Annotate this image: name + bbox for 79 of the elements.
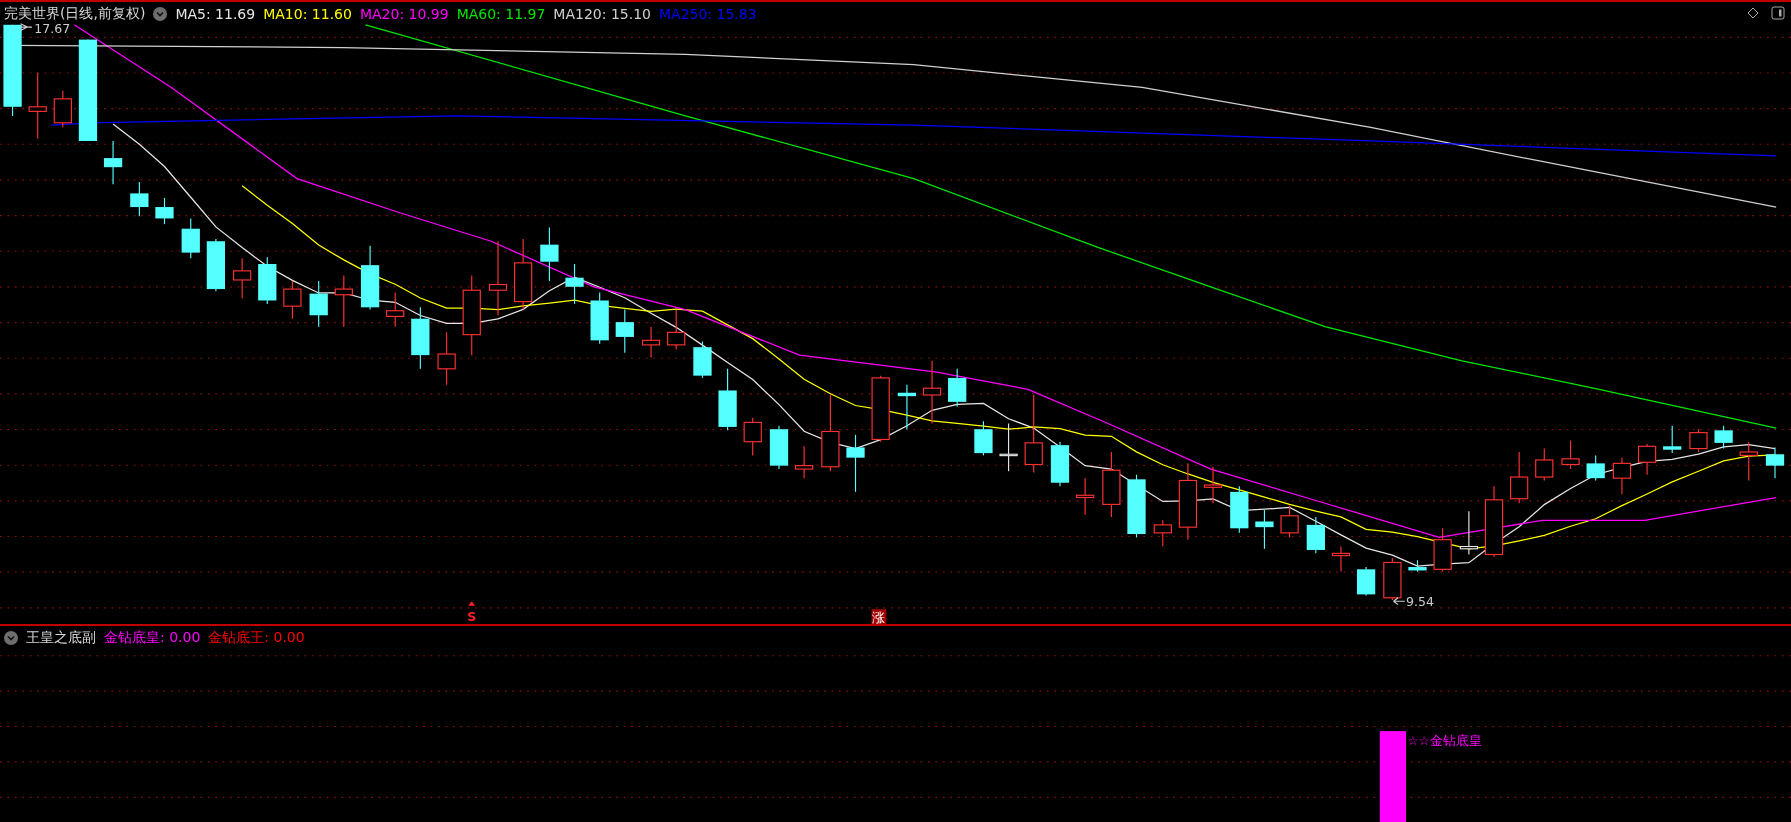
candlestick	[1561, 440, 1580, 470]
candlestick	[540, 227, 559, 282]
candlestick	[590, 291, 609, 345]
low-price-label: 9.54	[1392, 593, 1434, 609]
candlestick	[437, 331, 456, 386]
candlestick	[1050, 441, 1070, 487]
moving-average-value: MA120: 15.10	[553, 6, 651, 22]
candlestick	[922, 360, 942, 425]
candlestick	[1765, 446, 1785, 479]
candlestick	[1459, 510, 1479, 556]
candlestick	[103, 140, 123, 185]
candlestick	[53, 90, 72, 128]
moving-average-value: MA250: 15.83	[658, 6, 757, 22]
candlestick	[718, 368, 737, 431]
candlestick	[693, 340, 712, 379]
high-price-label: 17.67	[20, 20, 71, 36]
candlestick	[28, 72, 47, 140]
candlestick	[1203, 466, 1223, 504]
moving-average-value: MA20: 10.99	[359, 6, 449, 22]
candlestick	[1689, 428, 1708, 453]
candlestick	[999, 422, 1018, 472]
candlestick	[360, 245, 380, 311]
rise-signal-badge: 涨	[871, 609, 887, 624]
candlestick	[386, 291, 405, 328]
moving-average-value: MA10: 11.60	[263, 6, 352, 22]
candlestick	[871, 375, 890, 443]
candlestick	[1612, 457, 1632, 495]
candlestick	[1331, 545, 1351, 573]
candlestick	[846, 434, 865, 493]
candlestick	[1637, 443, 1657, 476]
candlestick	[1433, 527, 1452, 573]
candlestick	[743, 417, 762, 456]
candlestick	[1408, 559, 1427, 573]
candlestick	[1535, 448, 1554, 482]
candlestick	[641, 326, 661, 358]
candlestick	[411, 306, 430, 370]
collapse-icon[interactable]	[153, 7, 168, 21]
candlestick	[769, 425, 789, 470]
candlestick	[1280, 504, 1299, 538]
candlestick	[258, 256, 277, 305]
indicator-value: 金钻底王: 0.00	[208, 629, 305, 647]
candlestick	[948, 368, 967, 407]
candlestick	[974, 420, 993, 456]
candlestick	[206, 238, 225, 292]
collapse-icon[interactable]	[4, 631, 18, 645]
candlestick	[1356, 566, 1376, 597]
candlestick	[1230, 485, 1249, 534]
candlestick	[283, 280, 302, 320]
moving-average-value: MA60: 11.97	[456, 6, 546, 22]
candlestick	[1663, 425, 1682, 454]
candlestick	[795, 445, 814, 479]
panel-icon[interactable]	[1771, 6, 1785, 20]
candlestick	[233, 257, 252, 299]
candlestick	[181, 217, 200, 259]
candlestick	[1510, 451, 1529, 504]
signal-label: ☆☆金钻底皇	[1407, 732, 1482, 748]
candlestick	[155, 197, 174, 225]
candlestick	[615, 309, 634, 354]
candlestick	[897, 384, 917, 430]
candlestick	[1714, 425, 1733, 450]
candlestick	[309, 280, 328, 328]
indicator-title: 王皇之底副	[26, 629, 96, 647]
candlestick	[1127, 474, 1146, 538]
candlestick	[1739, 441, 1758, 482]
candlestick	[1383, 557, 1402, 601]
candlestick	[1153, 519, 1172, 548]
indicator-value: 金钻底皇: 0.00	[104, 629, 201, 647]
candlestick	[667, 309, 686, 350]
candlestick	[1075, 477, 1095, 516]
moving-average-value: MA5: 11.69	[175, 6, 256, 22]
diamond-icon[interactable]	[1747, 7, 1759, 19]
candlestick	[130, 181, 149, 217]
candlestick	[565, 263, 584, 305]
candlestick	[334, 274, 353, 328]
candlestick	[1102, 451, 1121, 518]
chart-title: 完美世界(日线,前复权)	[4, 5, 146, 23]
candlestick	[1586, 454, 1605, 482]
candlestick	[1255, 509, 1274, 550]
candlestick	[1306, 516, 1325, 554]
